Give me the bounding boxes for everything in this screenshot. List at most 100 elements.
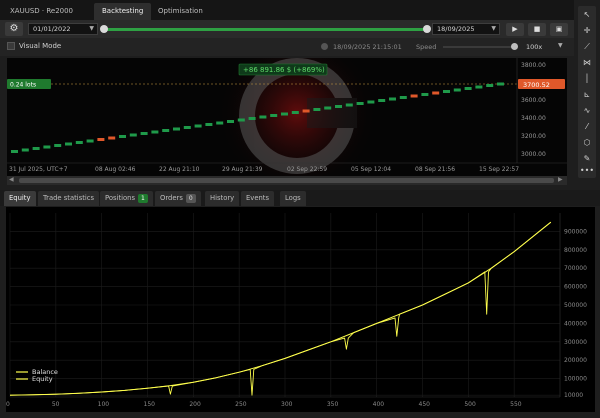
candle	[335, 105, 342, 108]
crosshair-icon: ✛	[583, 26, 591, 35]
candle	[11, 150, 18, 153]
start-date-value: 01/01/2022	[33, 25, 71, 33]
x-tick-label: 450	[419, 401, 431, 408]
tab-trade-statistics[interactable]: Trade statistics	[38, 191, 100, 206]
end-date-value: 18/09/2025	[437, 25, 475, 33]
current-price-value: 3700.52	[523, 81, 550, 89]
candle	[486, 84, 494, 87]
stop-icon: ■	[533, 25, 541, 33]
visual-mode-checkbox[interactable]	[7, 42, 15, 50]
candle	[108, 136, 116, 140]
candle	[259, 115, 267, 119]
save-button[interactable]: ▣	[550, 23, 568, 36]
tab-optimisation[interactable]: Optimisation	[150, 3, 211, 20]
price-chart[interactable]: 3800.00 3600.00 3400.00 3200.00 3000.00 …	[7, 33, 567, 193]
scrollbar-thumb[interactable]	[19, 178, 554, 183]
tab-positions[interactable]: Positions 1	[100, 191, 153, 206]
ruler-icon: ⊾	[583, 90, 591, 99]
candle	[345, 103, 353, 107]
speed-slider-handle[interactable]	[511, 43, 518, 50]
chevron-down-icon[interactable]: ▼	[491, 24, 496, 34]
candle	[194, 124, 202, 128]
time-tick: 08 Sep 21:56	[415, 166, 455, 173]
tab-events[interactable]: Events	[241, 191, 275, 206]
fibonacci-icon: ⋈	[583, 58, 591, 67]
candle	[443, 90, 450, 93]
candle	[97, 138, 105, 141]
x-tick-label: 250	[235, 401, 247, 408]
candle	[183, 126, 191, 129]
series-line-equity	[9, 221, 552, 396]
ruler-tool[interactable]: ⊾	[578, 88, 596, 102]
candle	[65, 142, 72, 146]
save-icon: ▣	[555, 25, 563, 33]
candle	[356, 102, 364, 105]
y-tick-label: 300000	[564, 339, 587, 346]
legend-label: Equity	[32, 375, 53, 383]
tab-equity-label: Equity	[9, 194, 31, 202]
time-tick: 22 Aug 21:10	[159, 166, 200, 173]
y-tick-label: 600000	[564, 284, 587, 291]
speed-slider[interactable]	[443, 46, 513, 48]
pattern-tool[interactable]: ∿	[578, 104, 596, 118]
tab-backtesting[interactable]: Backtesting	[94, 3, 152, 20]
start-date-field[interactable]: 01/01/2022 ▼	[28, 23, 98, 35]
visual-mode-label: Visual Mode	[19, 42, 62, 50]
price-tick: 3600.00	[521, 97, 546, 104]
play-button[interactable]: ▶	[506, 23, 524, 36]
candle	[21, 148, 29, 152]
x-tick-label: 500	[464, 401, 476, 408]
tab-trade-statistics-label: Trade statistics	[43, 194, 95, 202]
chevron-left-icon[interactable]: ◀	[9, 176, 14, 183]
x-tick-label: 50	[52, 401, 60, 408]
chevron-right-icon[interactable]: ▶	[558, 176, 563, 183]
tab-symbol[interactable]: XAUUSD · Re2000	[2, 3, 81, 20]
candle	[324, 106, 332, 110]
position-label: 0.24 lots	[10, 82, 36, 89]
time-tick: 08 Aug 02:46	[95, 166, 136, 173]
x-tick-label: 150	[144, 401, 156, 408]
y-tick-label: 100000	[564, 376, 587, 383]
stop-button[interactable]: ■	[528, 23, 546, 36]
settings-button[interactable]: ⚙	[5, 22, 23, 36]
line-tool[interactable]: ⟋	[578, 40, 596, 54]
vertical-line-tool[interactable]: │	[578, 72, 596, 86]
x-tick-label: 400	[373, 401, 385, 408]
tab-logs[interactable]: Logs	[280, 191, 306, 206]
tab-orders[interactable]: Orders 0	[155, 191, 201, 206]
candle	[313, 108, 321, 111]
vertical-line-icon: │	[584, 74, 590, 83]
progress-slider[interactable]	[103, 28, 428, 31]
chevron-down-icon[interactable]: ▼	[89, 24, 94, 34]
candle	[291, 111, 299, 114]
time-tick: 05 Sep 12:04	[351, 166, 391, 173]
text-tool[interactable]: ⁄	[578, 120, 596, 134]
tab-history[interactable]: History	[205, 191, 240, 206]
cursor-tool[interactable]: ↖	[578, 8, 596, 22]
trendline-icon: ⟋	[584, 42, 590, 51]
tab-backtesting-label: Backtesting	[102, 7, 144, 15]
slider-end-handle[interactable]	[423, 25, 431, 33]
candle	[216, 121, 224, 125]
more-tools[interactable]: •••	[578, 164, 596, 178]
candle	[378, 99, 386, 102]
time-tick: 31 Jul 2025, UTC+7	[9, 166, 68, 173]
speed-label: Speed	[416, 43, 437, 51]
tab-symbol-label: XAUUSD · Re2000	[10, 7, 74, 15]
candle	[43, 145, 51, 149]
tab-equity[interactable]: Equity	[4, 191, 36, 206]
fibonacci-tool[interactable]: ⋈	[578, 56, 596, 70]
shape-tool[interactable]: ⬡	[578, 136, 596, 150]
equity-chart[interactable]: 10000 100000 200000 300000 400000 500000 60000…	[6, 207, 595, 412]
crosshair-tool[interactable]: ✛	[578, 24, 596, 38]
slider-start-handle[interactable]	[100, 25, 108, 33]
price-tick: 3200.00	[521, 133, 546, 140]
candle	[129, 133, 137, 137]
end-date-field[interactable]: 18/09/2025 ▼	[432, 23, 500, 35]
tab-history-label: History	[210, 194, 235, 202]
chart-scrollbar[interactable]: ◀ ▶	[7, 176, 567, 185]
price-chart-canvas: 3800.00 3600.00 3400.00 3200.00 3000.00 …	[7, 33, 567, 193]
time-tick: 02 Sep 22:59	[287, 166, 327, 173]
chevron-down-icon[interactable]: ▼	[558, 42, 563, 49]
candle	[302, 109, 310, 113]
